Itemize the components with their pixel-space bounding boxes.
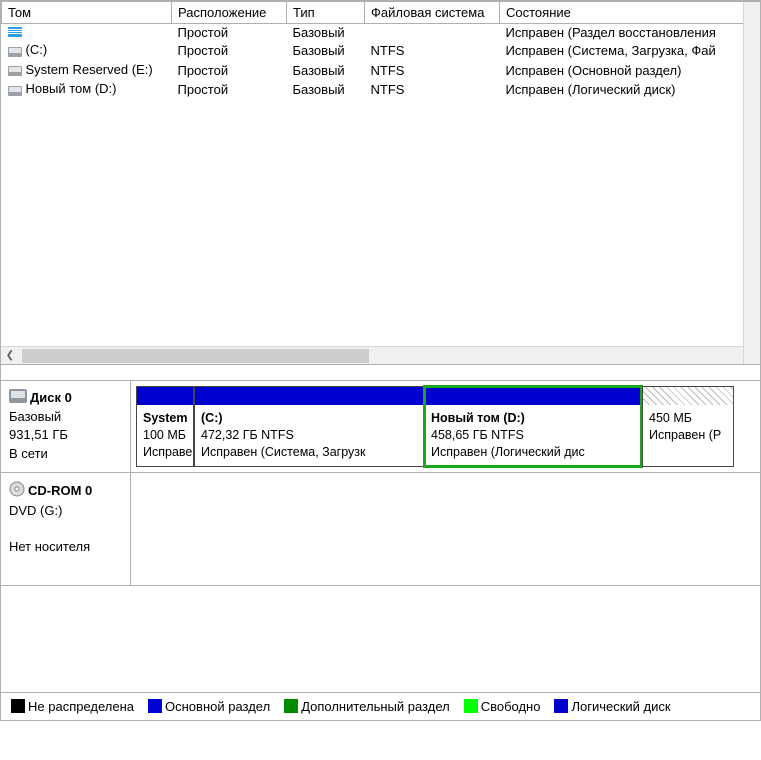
disk-map-pane: Диск 0 Базовый 931,51 ГБ В сети System 1…: [0, 365, 761, 721]
partition-body: System 100 МБ Исправе: [137, 405, 193, 466]
partition-header: [195, 387, 423, 405]
table-row[interactable]: Простой Базовый Исправен (Раздел восстан…: [2, 24, 760, 42]
legend-item: Логический диск: [554, 699, 670, 714]
volume-name: Новый том (D:): [26, 81, 117, 96]
disk-size: 931,51 ГБ: [9, 427, 68, 442]
horizontal-scrollbar[interactable]: ❮ ❯: [1, 346, 760, 364]
partition-box-selected[interactable]: Новый том (D:) 458,65 ГБ NTFS Исправен (…: [424, 386, 642, 467]
partition-status: Исправен (Р: [649, 427, 727, 444]
spacer: [1, 586, 760, 692]
legend-swatch-icon: [554, 699, 568, 713]
volume-status: Исправен (Раздел восстановления: [500, 24, 760, 42]
table-header-row: Том Расположение Тип Файловая система Со…: [2, 2, 760, 24]
volume-status: Исправен (Основной раздел): [500, 61, 760, 81]
legend-label: Дополнительный раздел: [301, 699, 450, 714]
disk-state: Нет носителя: [9, 539, 90, 554]
partition-title: (C:): [201, 410, 417, 427]
legend-item: Дополнительный раздел: [284, 699, 450, 714]
pane-header: [1, 365, 760, 381]
partition-area: [131, 473, 760, 585]
disk-label[interactable]: Диск 0 Базовый 931,51 ГБ В сети: [1, 381, 131, 472]
legend-label: Логический диск: [571, 699, 670, 714]
col-header-volume[interactable]: Том: [2, 2, 172, 24]
volume-type: Базовый: [287, 61, 365, 81]
disk-label[interactable]: CD-ROM 0 DVD (G:) Нет носителя: [1, 473, 131, 585]
volume-fs: [365, 24, 500, 42]
volume-fs: NTFS: [365, 61, 500, 81]
partition-header: [425, 387, 641, 405]
scroll-track[interactable]: [19, 347, 742, 364]
table-row[interactable]: System Reserved (E:) Простой Базовый NTF…: [2, 61, 760, 81]
volume-status: Исправен (Система, Загрузка, Фай: [500, 41, 760, 61]
legend-label: Свободно: [481, 699, 541, 714]
volume-name: (C:): [26, 42, 48, 57]
legend-swatch-icon: [148, 699, 162, 713]
partition-body: 450 МБ Исправен (Р: [643, 405, 733, 466]
partition-body: Новый том (D:) 458,65 ГБ NTFS Исправен (…: [425, 405, 641, 466]
vertical-scrollbar[interactable]: [743, 2, 760, 365]
col-header-type[interactable]: Тип: [287, 2, 365, 24]
partition-size: 100 МБ: [143, 427, 187, 444]
col-header-status[interactable]: Состояние: [500, 2, 760, 24]
legend: Не распределена Основной раздел Дополнит…: [1, 692, 760, 720]
hard-disk-icon: [9, 389, 27, 408]
partition-title: System: [143, 410, 187, 427]
disk-row[interactable]: Диск 0 Базовый 931,51 ГБ В сети System 1…: [1, 381, 760, 473]
volume-list-pane: Том Расположение Тип Файловая система Со…: [0, 0, 761, 365]
legend-swatch-icon: [11, 699, 25, 713]
cd-rom-icon: [9, 481, 25, 502]
volume-status: Исправен (Логический диск): [500, 80, 760, 100]
partition-status: Исправен (Система, Загрузк: [201, 444, 417, 461]
partition-body: (C:) 472,32 ГБ NTFS Исправен (Система, З…: [195, 405, 423, 466]
drive-icon: [8, 45, 22, 55]
disk-type: DVD (G:): [9, 503, 62, 518]
legend-item: Свободно: [464, 699, 541, 714]
partition-header: [137, 387, 193, 405]
volume-layout: Простой: [172, 24, 287, 42]
drive-icon: [8, 84, 22, 94]
partition-header: [643, 387, 733, 405]
col-header-fs[interactable]: Файловая система: [365, 2, 500, 24]
drive-icon: [8, 64, 22, 74]
volume-icon: [8, 25, 22, 35]
disk-title: CD-ROM 0: [28, 483, 92, 498]
partition-size: 472,32 ГБ NTFS: [201, 427, 417, 444]
legend-item: Основной раздел: [148, 699, 270, 714]
disk-type: Базовый: [9, 409, 61, 424]
partition-box[interactable]: (C:) 472,32 ГБ NTFS Исправен (Система, З…: [194, 386, 424, 467]
scroll-left-arrow-icon[interactable]: ❮: [1, 347, 19, 364]
col-header-layout[interactable]: Расположение: [172, 2, 287, 24]
partition-status: Исправе: [143, 444, 187, 461]
volume-type: Базовый: [287, 41, 365, 61]
volume-layout: Простой: [172, 80, 287, 100]
partition-box[interactable]: 450 МБ Исправен (Р: [642, 386, 734, 467]
volume-name: System Reserved (E:): [26, 62, 153, 77]
disk-state: В сети: [9, 446, 48, 461]
volume-layout: Простой: [172, 41, 287, 61]
volume-table[interactable]: Том Расположение Тип Файловая система Со…: [1, 1, 760, 100]
partition-box[interactable]: System 100 МБ Исправе: [136, 386, 194, 467]
volume-layout: Простой: [172, 61, 287, 81]
legend-swatch-icon: [284, 699, 298, 713]
partition-area: System 100 МБ Исправе (C:) 472,32 ГБ NTF…: [131, 381, 760, 472]
partition-size: 458,65 ГБ NTFS: [431, 427, 635, 444]
table-row[interactable]: (C:) Простой Базовый NTFS Исправен (Сист…: [2, 41, 760, 61]
legend-item: Не распределена: [11, 699, 134, 714]
legend-label: Основной раздел: [165, 699, 270, 714]
legend-swatch-icon: [464, 699, 478, 713]
table-row[interactable]: Новый том (D:) Простой Базовый NTFS Испр…: [2, 80, 760, 100]
volume-type: Базовый: [287, 80, 365, 100]
disk-row[interactable]: CD-ROM 0 DVD (G:) Нет носителя: [1, 473, 760, 586]
volume-type: Базовый: [287, 24, 365, 42]
volume-table-wrap: Том Расположение Тип Файловая система Со…: [1, 1, 760, 346]
volume-fs: NTFS: [365, 41, 500, 61]
scroll-thumb[interactable]: [22, 349, 369, 363]
partition-status: Исправен (Логический дис: [431, 444, 635, 461]
partition-title: Новый том (D:): [431, 410, 635, 427]
legend-label: Не распределена: [28, 699, 134, 714]
volume-fs: NTFS: [365, 80, 500, 100]
disk-title: Диск 0: [30, 390, 72, 405]
partition-size: 450 МБ: [649, 410, 727, 427]
